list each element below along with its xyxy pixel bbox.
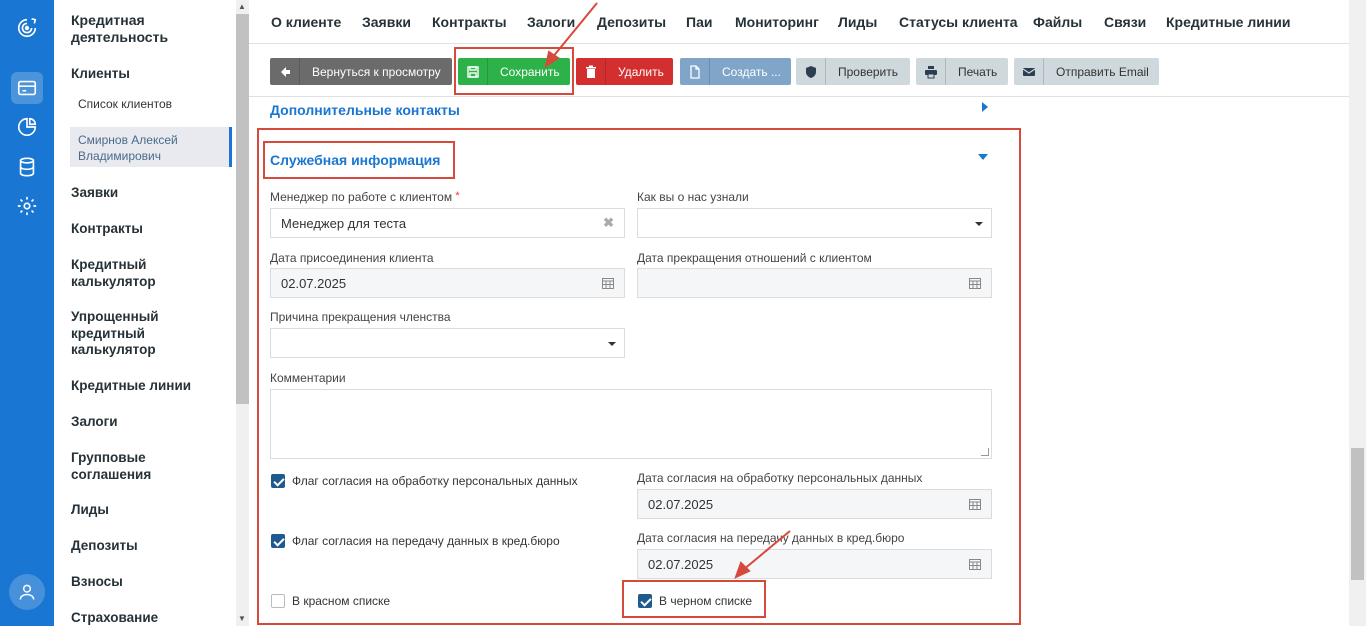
join-date-label: Дата присоединения клиента xyxy=(270,251,434,265)
tab-leads[interactable]: Лиды xyxy=(838,14,877,30)
sidebar-item-insurance[interactable]: Страхование xyxy=(71,610,221,626)
sidebar-item-group-agreements[interactable]: Групповые соглашения xyxy=(71,450,221,483)
sidebar-item-client-list[interactable]: Список клиентов xyxy=(78,97,172,111)
manager-field[interactable]: Менеджер для теста ✖ xyxy=(270,208,625,238)
reason-label: Причина прекращения членства xyxy=(270,310,451,324)
bureau-date-label: Дата согласия на передачу данных в кред.… xyxy=(637,531,905,545)
arrow-left-icon xyxy=(270,58,300,85)
sidebar-item-deposits[interactable]: Депозиты xyxy=(71,538,221,555)
sidebar-item-leads[interactable]: Лиды xyxy=(71,502,221,519)
pie-chart-icon[interactable] xyxy=(11,111,43,143)
database-icon[interactable] xyxy=(11,151,43,183)
annotation-blacklist-box xyxy=(622,580,766,618)
end-date-label: Дата прекращения отношений с клиентом xyxy=(637,251,872,265)
sidebar: Кредитная деятельность Клиенты Список кл… xyxy=(54,0,236,626)
comments-label: Комментарии xyxy=(270,371,346,385)
trash-icon xyxy=(576,58,606,85)
join-date-field[interactable]: 02.07.2025 xyxy=(270,268,625,298)
tab-client-statuses[interactable]: Статусы клиента xyxy=(899,14,1018,30)
sidebar-scrollbar-thumb[interactable] xyxy=(236,14,249,404)
tab-requests[interactable]: Заявки xyxy=(362,14,411,30)
bureau-consent-checkbox[interactable] xyxy=(271,534,285,548)
clear-x-icon[interactable]: ✖ xyxy=(603,215,614,231)
tab-links[interactable]: Связи xyxy=(1104,14,1146,30)
logo-icon[interactable] xyxy=(11,12,43,44)
source-label: Как вы о нас узнали xyxy=(637,190,749,204)
calendar-icon[interactable] xyxy=(969,498,981,510)
calendar-icon[interactable] xyxy=(969,558,981,570)
tab-collaterals[interactable]: Залоги xyxy=(527,14,575,30)
caret-down-icon xyxy=(608,342,616,346)
back-to-view-button[interactable]: Вернуться к просмотру xyxy=(270,58,452,85)
resize-grip-icon[interactable] xyxy=(981,448,989,456)
caret-down-icon xyxy=(975,222,983,226)
sidebar-item-contributions[interactable]: Взносы xyxy=(71,574,221,591)
pd-consent-checkbox[interactable] xyxy=(271,474,285,488)
sidebar-item-clients[interactable]: Клиенты xyxy=(71,66,221,83)
calendar-icon[interactable] xyxy=(602,277,614,289)
tab-contracts[interactable]: Контракты xyxy=(432,14,507,30)
main-scrollbar-thumb[interactable] xyxy=(1351,448,1364,580)
print-button[interactable]: Печать xyxy=(916,58,1008,85)
sidebar-item-contracts[interactable]: Контракты xyxy=(71,221,221,238)
check-button[interactable]: Проверить xyxy=(796,58,910,85)
tab-deposits[interactable]: Депозиты xyxy=(597,14,666,30)
additional-contacts-header[interactable]: Дополнительные контакты xyxy=(270,102,460,118)
bureau-date-field[interactable]: 02.07.2025 xyxy=(637,549,992,579)
app-window: Кредитная деятельность Клиенты Список кл… xyxy=(0,0,1366,626)
reason-select[interactable] xyxy=(270,328,625,358)
document-icon xyxy=(680,58,710,85)
red-list-label[interactable]: В красном списке xyxy=(292,594,390,608)
tab-about-client[interactable]: О клиенте xyxy=(271,14,341,30)
credit-card-icon[interactable] xyxy=(11,72,43,104)
client-tabs: О клиенте Заявки Контракты Залоги Депози… xyxy=(249,0,1349,44)
send-email-button[interactable]: Отправить Email xyxy=(1014,58,1159,85)
shield-icon xyxy=(796,58,826,85)
create-button[interactable]: Создать ... xyxy=(680,58,791,85)
service-info-header[interactable]: Служебная информация xyxy=(270,152,440,168)
required-asterisk: * xyxy=(455,190,460,202)
toolbar: Вернуться к просмотру Сохранить Удалить … xyxy=(249,45,1349,97)
tab-monitoring[interactable]: Мониторинг xyxy=(735,14,819,30)
scroll-up-icon[interactable]: ▲ xyxy=(238,2,246,11)
tab-credit-lines[interactable]: Кредитные линии xyxy=(1166,14,1291,30)
red-list-checkbox[interactable] xyxy=(271,594,285,608)
sidebar-item-active-client[interactable]: Смирнов Алексей Владимирович xyxy=(70,127,232,167)
pd-consent-label[interactable]: Флаг согласия на обработку персональных … xyxy=(292,474,578,488)
comments-textarea[interactable] xyxy=(270,389,992,459)
manager-label: Менеджер по работе с клиентом * xyxy=(270,190,460,204)
tab-files[interactable]: Файлы xyxy=(1033,14,1082,30)
sidebar-item-credit-calculator[interactable]: Кредитный калькулятор xyxy=(71,257,221,290)
icon-rail xyxy=(0,0,54,626)
source-select[interactable] xyxy=(637,208,992,238)
sidebar-item-requests[interactable]: Заявки xyxy=(71,185,221,202)
sidebar-title[interactable]: Кредитная деятельность xyxy=(71,12,221,46)
printer-icon xyxy=(916,58,946,85)
sidebar-item-simple-calculator[interactable]: Упрощенный кредитный калькулятор xyxy=(71,309,221,359)
pd-date-label: Дата согласия на обработку персональных … xyxy=(637,471,923,485)
delete-button[interactable]: Удалить xyxy=(576,58,673,85)
pd-date-field[interactable]: 02.07.2025 xyxy=(637,489,992,519)
end-date-field[interactable] xyxy=(637,268,992,298)
collapse-down-icon[interactable] xyxy=(978,154,988,160)
bureau-consent-label[interactable]: Флаг согласия на передачу данных в кред.… xyxy=(292,534,560,548)
expand-right-icon[interactable] xyxy=(982,102,988,112)
user-avatar-icon[interactable] xyxy=(9,574,45,610)
tab-shares[interactable]: Паи xyxy=(686,14,712,30)
scroll-down-icon[interactable]: ▼ xyxy=(238,614,246,623)
sidebar-item-credit-lines[interactable]: Кредитные линии xyxy=(71,378,221,395)
sidebar-item-collaterals[interactable]: Залоги xyxy=(71,414,221,431)
annotation-save-box xyxy=(454,47,574,95)
gear-icon[interactable] xyxy=(11,190,43,222)
envelope-icon xyxy=(1014,58,1044,85)
calendar-icon[interactable] xyxy=(969,277,981,289)
